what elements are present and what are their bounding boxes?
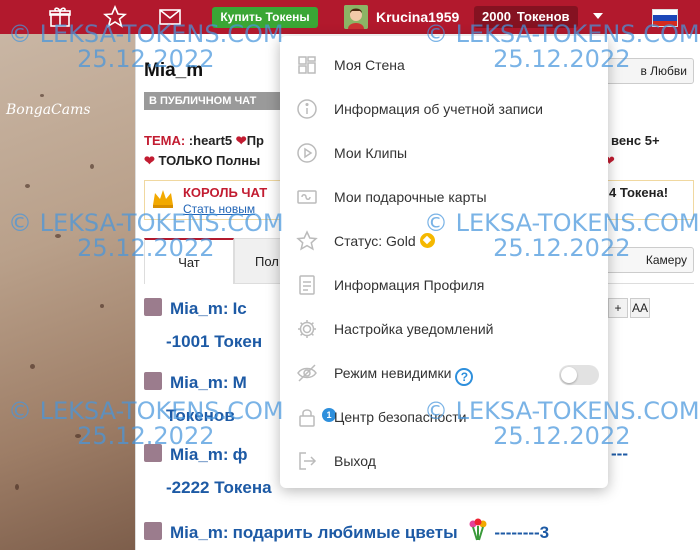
menu-item-label: Мои подарочные карты <box>334 189 487 205</box>
message-tail: --- <box>611 444 628 463</box>
king-title: КОРОЛЬ ЧАТ <box>183 185 268 200</box>
chat-message: Mia_m: M <box>144 372 247 393</box>
font-controls: + AA <box>606 298 650 318</box>
menu-item-label: Режим невидимки? <box>334 365 474 386</box>
star-icon[interactable] <box>102 4 128 29</box>
menu-item-my-wall[interactable]: Моя Стена <box>280 44 608 88</box>
token-balance[interactable]: 2000 Токенов <box>474 6 578 28</box>
message-continuation: -1001 Токен <box>166 332 263 351</box>
menu-item-profile-info[interactable]: Информация Профиля <box>280 264 608 308</box>
menu-item-logout[interactable]: Выход <box>280 440 608 484</box>
font-size-button[interactable]: AA <box>630 298 650 318</box>
play-icon <box>296 142 318 164</box>
video-player[interactable]: BongaCams <box>0 34 135 550</box>
message-continuation: Токенов <box>166 406 235 425</box>
menu-item-label: Информация Профиля <box>334 277 485 293</box>
love-button[interactable]: в Любви <box>604 58 694 84</box>
king-tokens: 4 Токена! <box>609 185 669 200</box>
invisible-mode-toggle[interactable] <box>559 365 599 385</box>
menu-item-label: Настройка уведомлений <box>334 321 494 337</box>
topic-right-text: венс 5+ <box>611 133 660 148</box>
gift-icon[interactable] <box>48 5 72 29</box>
menu-item-my-clips[interactable]: Мои Клипы <box>280 132 608 176</box>
menu-item-security-center[interactable]: 1 Центр безопасности <box>280 396 608 440</box>
info-icon <box>296 98 318 120</box>
message-user[interactable]: Mia_m: <box>170 373 229 392</box>
topic-label: ТЕМА: <box>144 133 186 148</box>
message-tail: --------3 <box>494 523 550 542</box>
buy-tokens-button[interactable]: Купить Токены <box>212 7 318 28</box>
chat-message: Mia_m: подарить любимые цветы --------3 <box>144 518 549 543</box>
help-icon[interactable]: ? <box>455 368 474 386</box>
message-user[interactable]: Mia_m: <box>170 445 229 464</box>
invisible-label: Режим невидимки <box>334 365 452 381</box>
heart-icon: ❤ <box>144 153 155 168</box>
site-logo: BongaCams <box>6 102 91 118</box>
camera-button[interactable]: Камеру <box>602 247 694 273</box>
menu-item-status[interactable]: Статус: Gold <box>280 220 608 264</box>
message-text: ф <box>232 445 248 464</box>
message-text: Ic <box>232 299 247 318</box>
menu-item-label: Информация об учетной записи <box>334 101 543 117</box>
document-icon <box>296 274 318 296</box>
eye-off-icon <box>296 362 318 384</box>
mail-icon[interactable] <box>158 5 182 29</box>
message-continuation: -2222 Токена <box>166 478 272 497</box>
star-icon <box>296 230 318 252</box>
wall-icon <box>296 54 318 76</box>
menu-item-label: Мои Клипы <box>334 145 408 161</box>
crown-icon <box>151 187 175 209</box>
topic-text-2: Пр <box>246 133 264 148</box>
status-value: Gold <box>386 233 416 249</box>
gear-icon <box>296 318 318 340</box>
user-avatar <box>144 444 162 462</box>
message-user[interactable]: Mia_m: <box>170 299 229 318</box>
gold-badge-icon <box>419 233 435 248</box>
room-topic-line2: ❤ ТОЛЬКО Полны <box>144 153 260 169</box>
menu-item-label: Центр безопасности <box>334 409 467 425</box>
message-text: M <box>232 373 247 392</box>
menu-item-invisible-mode[interactable]: Режим невидимки? <box>280 352 608 396</box>
room-topic: ТЕМА: :heart5 ❤Пр <box>144 133 264 149</box>
heart-icon: ❤ <box>235 133 247 148</box>
menu-item-account-info[interactable]: Информация об учетной записи <box>280 88 608 132</box>
font-plus-button[interactable]: + <box>608 298 628 318</box>
message-user[interactable]: Mia_m: <box>170 523 229 542</box>
user-avatar <box>144 298 162 316</box>
room-title: Mia_m <box>144 60 204 81</box>
topic-text: :heart5 <box>188 133 233 148</box>
message-text: подарить любимые цветы <box>232 523 458 542</box>
giftcard-icon <box>296 186 318 208</box>
russia-flag-icon[interactable] <box>652 9 678 27</box>
chat-message: Mia_m: ф <box>144 444 247 465</box>
user-dropdown-menu: Моя Стена Информация об учетной записи М… <box>280 36 608 488</box>
menu-item-notification-settings[interactable]: Настройка уведомлений <box>280 308 608 352</box>
chat-message: Mia_m: Ic <box>144 298 247 319</box>
menu-item-label: Моя Стена <box>334 57 405 73</box>
menu-item-gift-cards[interactable]: Мои подарочные карты <box>280 176 608 220</box>
avatar[interactable] <box>344 5 368 29</box>
status-label: Статус: <box>334 233 383 249</box>
username[interactable]: Krucina1959 <box>376 9 459 25</box>
logout-icon <box>296 450 318 472</box>
token-label: Токенов <box>516 9 570 24</box>
become-king-link[interactable]: Стать новым <box>183 202 255 216</box>
token-count: 2000 <box>482 9 511 24</box>
topic-line2-text: ТОЛЬКО Полны <box>158 153 261 168</box>
user-avatar <box>144 372 162 390</box>
lock-icon: 1 <box>296 406 336 428</box>
user-avatar <box>144 522 162 540</box>
menu-item-label: Выход <box>334 453 376 469</box>
menu-item-label: Статус: Gold <box>334 233 435 249</box>
flowers-icon <box>466 518 490 542</box>
tab-chat[interactable]: Чат <box>144 238 234 284</box>
chevron-down-icon[interactable] <box>593 13 603 19</box>
toggle-knob <box>561 367 577 383</box>
top-bar: Купить Токены Krucina1959 2000 Токенов <box>0 0 700 34</box>
